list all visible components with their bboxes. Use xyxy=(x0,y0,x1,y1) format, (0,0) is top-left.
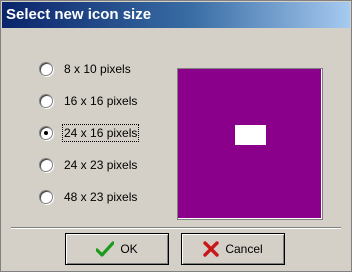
radio-button-24x23[interactable] xyxy=(39,158,53,172)
radio-button-8x10[interactable] xyxy=(39,62,53,76)
radio-button-24x16[interactable] xyxy=(39,126,53,140)
option-label: 24 x 23 pixels xyxy=(64,158,138,172)
option-16x16[interactable]: 16 x 16 pixels xyxy=(39,91,138,111)
ok-label: OK xyxy=(120,242,138,256)
option-label: 24 x 16 pixels xyxy=(61,124,140,142)
x-icon xyxy=(203,241,220,257)
icon-preview-rect xyxy=(235,125,266,145)
option-label: 48 x 23 pixels xyxy=(64,190,138,204)
separator xyxy=(11,227,341,229)
option-label: 8 x 10 pixels xyxy=(64,62,131,76)
option-24x16[interactable]: 24 x 16 pixels xyxy=(39,123,140,143)
option-label: 16 x 16 pixels xyxy=(64,94,138,108)
radio-button-48x23[interactable] xyxy=(39,190,53,204)
icon-preview xyxy=(177,68,323,220)
cancel-button[interactable]: Cancel xyxy=(181,233,285,265)
option-48x23[interactable]: 48 x 23 pixels xyxy=(39,187,138,207)
option-8x10[interactable]: 8 x 10 pixels xyxy=(39,59,132,79)
cancel-label: Cancel xyxy=(225,242,263,256)
checkmark-icon xyxy=(96,241,115,257)
dialog-title: Select new icon size xyxy=(2,2,350,28)
icon-size-dialog: Select new icon size 8 x 10 pixels 16 x … xyxy=(0,0,352,272)
radio-button-16x16[interactable] xyxy=(39,94,53,108)
option-24x23[interactable]: 24 x 23 pixels xyxy=(39,155,138,175)
ok-button[interactable]: OK xyxy=(65,233,169,265)
